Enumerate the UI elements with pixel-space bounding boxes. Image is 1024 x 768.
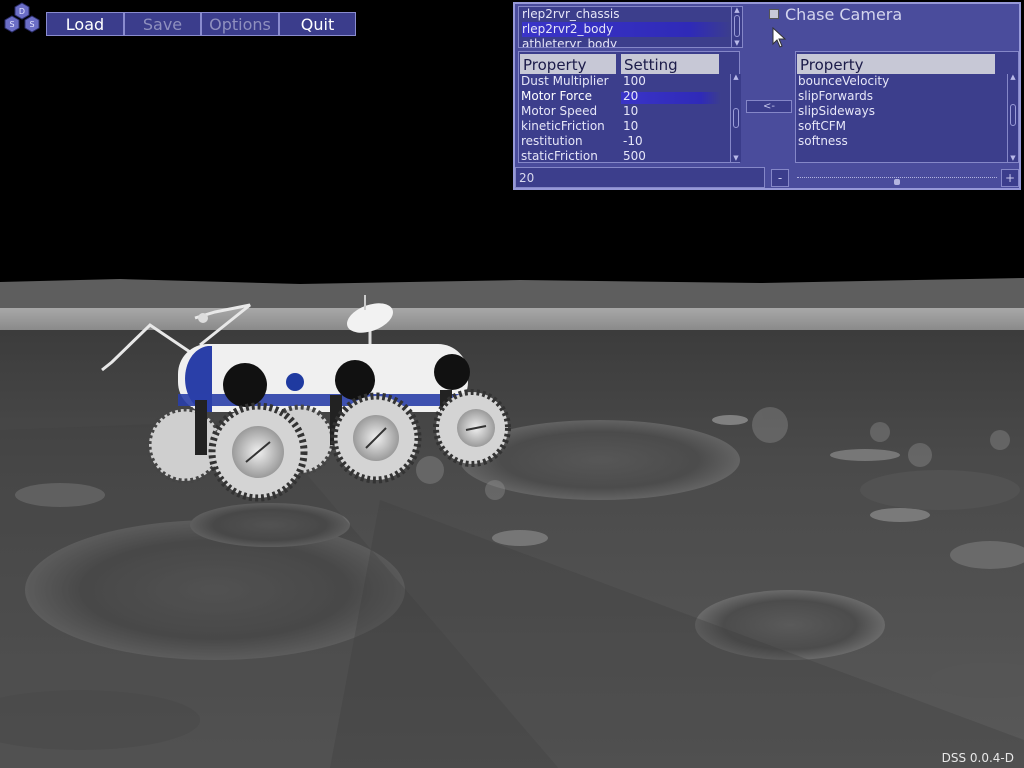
options-button[interactable]: Options <box>201 12 279 36</box>
dss-logo: D S S <box>4 2 40 33</box>
quit-button[interactable]: Quit <box>279 12 356 36</box>
table-cell-property[interactable]: Dust Multiplier <box>521 74 609 89</box>
body-list-item[interactable]: athleteryr_body <box>522 37 732 47</box>
table-cell-property[interactable]: restitution <box>521 134 583 149</box>
logo-letter-s2: S <box>29 20 34 29</box>
table-cell-property[interactable]: staticFriction <box>521 149 598 162</box>
body-list-item-selected[interactable]: rlep2rvr2_body <box>522 22 732 37</box>
table-cell-setting-selected[interactable]: 20 <box>623 89 638 104</box>
slider-thumb[interactable] <box>894 179 900 185</box>
list-item[interactable]: softCFM <box>798 119 846 134</box>
move-property-button[interactable]: <- <box>746 100 792 113</box>
table-cell-setting[interactable]: 10 <box>623 104 638 119</box>
version-label: DSS 0.0.4-D <box>941 751 1014 765</box>
list-item[interactable]: softness <box>798 134 848 149</box>
table-cell-setting[interactable]: 500 <box>623 149 646 162</box>
column-header-setting[interactable]: Setting <box>621 54 719 74</box>
logo-letter-s1: S <box>9 20 14 29</box>
table-cell-setting[interactable]: -10 <box>623 134 643 149</box>
body-list-item[interactable]: rlep2rvr_chassis <box>522 7 732 22</box>
list-item[interactable]: bounceVelocity <box>798 74 889 89</box>
body-list-scrollbar[interactable]: ▲ ▼ <box>731 7 742 47</box>
value-input[interactable]: 20 <box>515 167 765 188</box>
load-button[interactable]: Load <box>46 12 124 36</box>
property-setting-table[interactable]: Property Setting Dust Multiplier 100 Mot… <box>518 51 740 163</box>
table-cell-setting[interactable]: 100 <box>623 74 646 89</box>
body-list[interactable]: rlep2rvr_chassis rlep2rvr2_body athleter… <box>518 6 743 48</box>
list-item[interactable]: slipSideways <box>798 104 875 119</box>
column-header-property-right[interactable]: Property <box>797 54 995 74</box>
property-table-scrollbar[interactable]: ▲ ▼ <box>730 74 741 162</box>
available-property-list[interactable]: Property bounceVelocity slipForwards sli… <box>795 51 1019 163</box>
list-item[interactable]: slipForwards <box>798 89 873 104</box>
property-list-scrollbar[interactable]: ▲ ▼ <box>1007 74 1018 162</box>
mouse-cursor-icon <box>772 27 787 48</box>
logo-letter-d: D <box>19 7 25 16</box>
value-slider[interactable] <box>795 169 999 187</box>
table-cell-property[interactable]: kineticFriction <box>521 119 605 134</box>
decrement-button[interactable]: - <box>771 169 789 187</box>
table-cell-property-selected[interactable]: Motor Force <box>521 89 592 104</box>
save-button[interactable]: Save <box>124 12 201 36</box>
table-cell-property[interactable]: Motor Speed <box>521 104 597 119</box>
increment-button[interactable]: + <box>1001 169 1019 187</box>
chase-camera-label: Chase Camera <box>785 5 903 24</box>
properties-panel: rlep2rvr_chassis rlep2rvr2_body athleter… <box>513 2 1021 190</box>
column-header-property[interactable]: Property <box>520 54 616 74</box>
value-input-text: 20 <box>519 171 535 185</box>
chase-camera-checkbox[interactable] <box>769 9 779 19</box>
table-cell-setting[interactable]: 10 <box>623 119 638 134</box>
